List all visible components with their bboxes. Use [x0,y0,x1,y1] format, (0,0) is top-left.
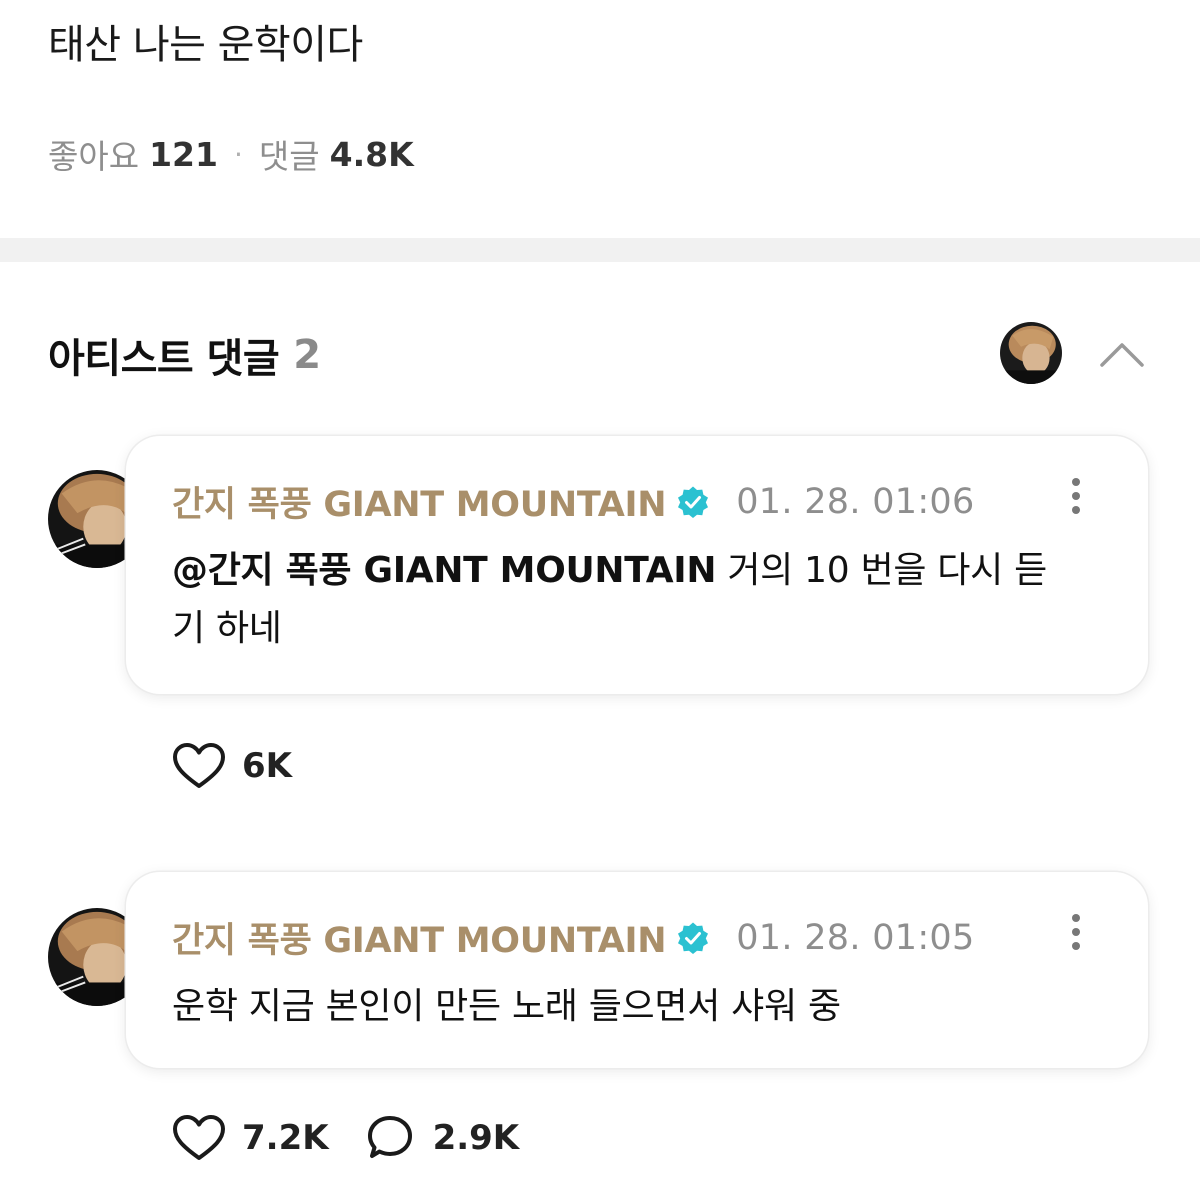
like-count: 6K [242,746,293,786]
comment-text: 운학 지금 본인이 만든 노래 들으면서 샤워 중 [172,986,841,1027]
artist-comments-title: 아티스트 댓글 [48,336,280,382]
comment-timestamp: 01. 28. 01:06 [736,481,975,522]
more-dot [1072,942,1080,950]
comment-author[interactable]: 간지 폭풍 GIANT MOUNTAIN [172,476,667,527]
comment-card[interactable]: 간지 폭풍 GIANT MOUNTAIN 01. 28. 01:06 @간지 폭… [126,436,1148,694]
likes-label: 좋아요 [48,137,140,176]
stats-separator: · [233,137,243,171]
comment-header: 간지 폭풍 GIANT MOUNTAIN 01. 28. 01:06 [172,476,975,527]
comment-author[interactable]: 간지 폭풍 GIANT MOUNTAIN [172,912,667,963]
comment-body: @간지 폭풍 GIANT MOUNTAIN 거의 10 번을 다시 듣기 하네 [172,542,1068,658]
artist-comments-count: 2 [293,332,321,378]
artist-comments-header: 아티스트 댓글 2 [48,326,321,384]
chevron-up-icon [1100,343,1144,367]
header-avatar[interactable] [1000,322,1062,384]
like-count: 7.2K [242,1118,329,1158]
like-button[interactable] [172,1114,226,1162]
comment-reactions: 7.2K 2.9K [172,1114,519,1162]
heart-icon [173,1115,225,1160]
comment-header: 간지 폭풍 GIANT MOUNTAIN 01. 28. 01:05 [172,912,975,963]
more-dot [1072,928,1080,936]
comment-body: 운학 지금 본인이 만든 노래 들으면서 샤워 중 [172,978,1068,1036]
heart-icon [173,743,225,788]
reply-count: 2.9K [432,1118,520,1158]
more-dot [1072,506,1080,514]
more-dot [1072,478,1080,486]
comments-label[interactable]: 댓글 [259,130,320,178]
collapse-button[interactable] [1094,328,1150,380]
more-options-button[interactable] [1056,474,1096,518]
comment-timestamp: 01. 28. 01:05 [736,917,975,958]
comment-reactions: 6K [172,742,292,790]
section-divider [0,238,1200,262]
likes-count: 121 [149,134,218,174]
like-button[interactable] [172,742,226,790]
more-dot [1072,492,1080,500]
comments-count[interactable]: 4.8K [330,135,414,174]
reply-button[interactable] [363,1114,417,1162]
verified-badge-icon [678,922,709,954]
more-options-button[interactable] [1056,910,1096,954]
post-stats: 좋아요 121 · 댓글 4.8K [48,130,414,178]
verified-badge-icon [678,486,709,518]
comment-mention[interactable]: @간지 폭풍 GIANT MOUNTAIN [172,550,717,591]
more-dot [1072,914,1080,922]
comment-card[interactable]: 간지 폭풍 GIANT MOUNTAIN 01. 28. 01:05 운학 지금… [126,872,1148,1068]
post-text: 태산 나는 운학이다 [48,22,363,68]
reply-bubble-icon [367,1116,412,1158]
